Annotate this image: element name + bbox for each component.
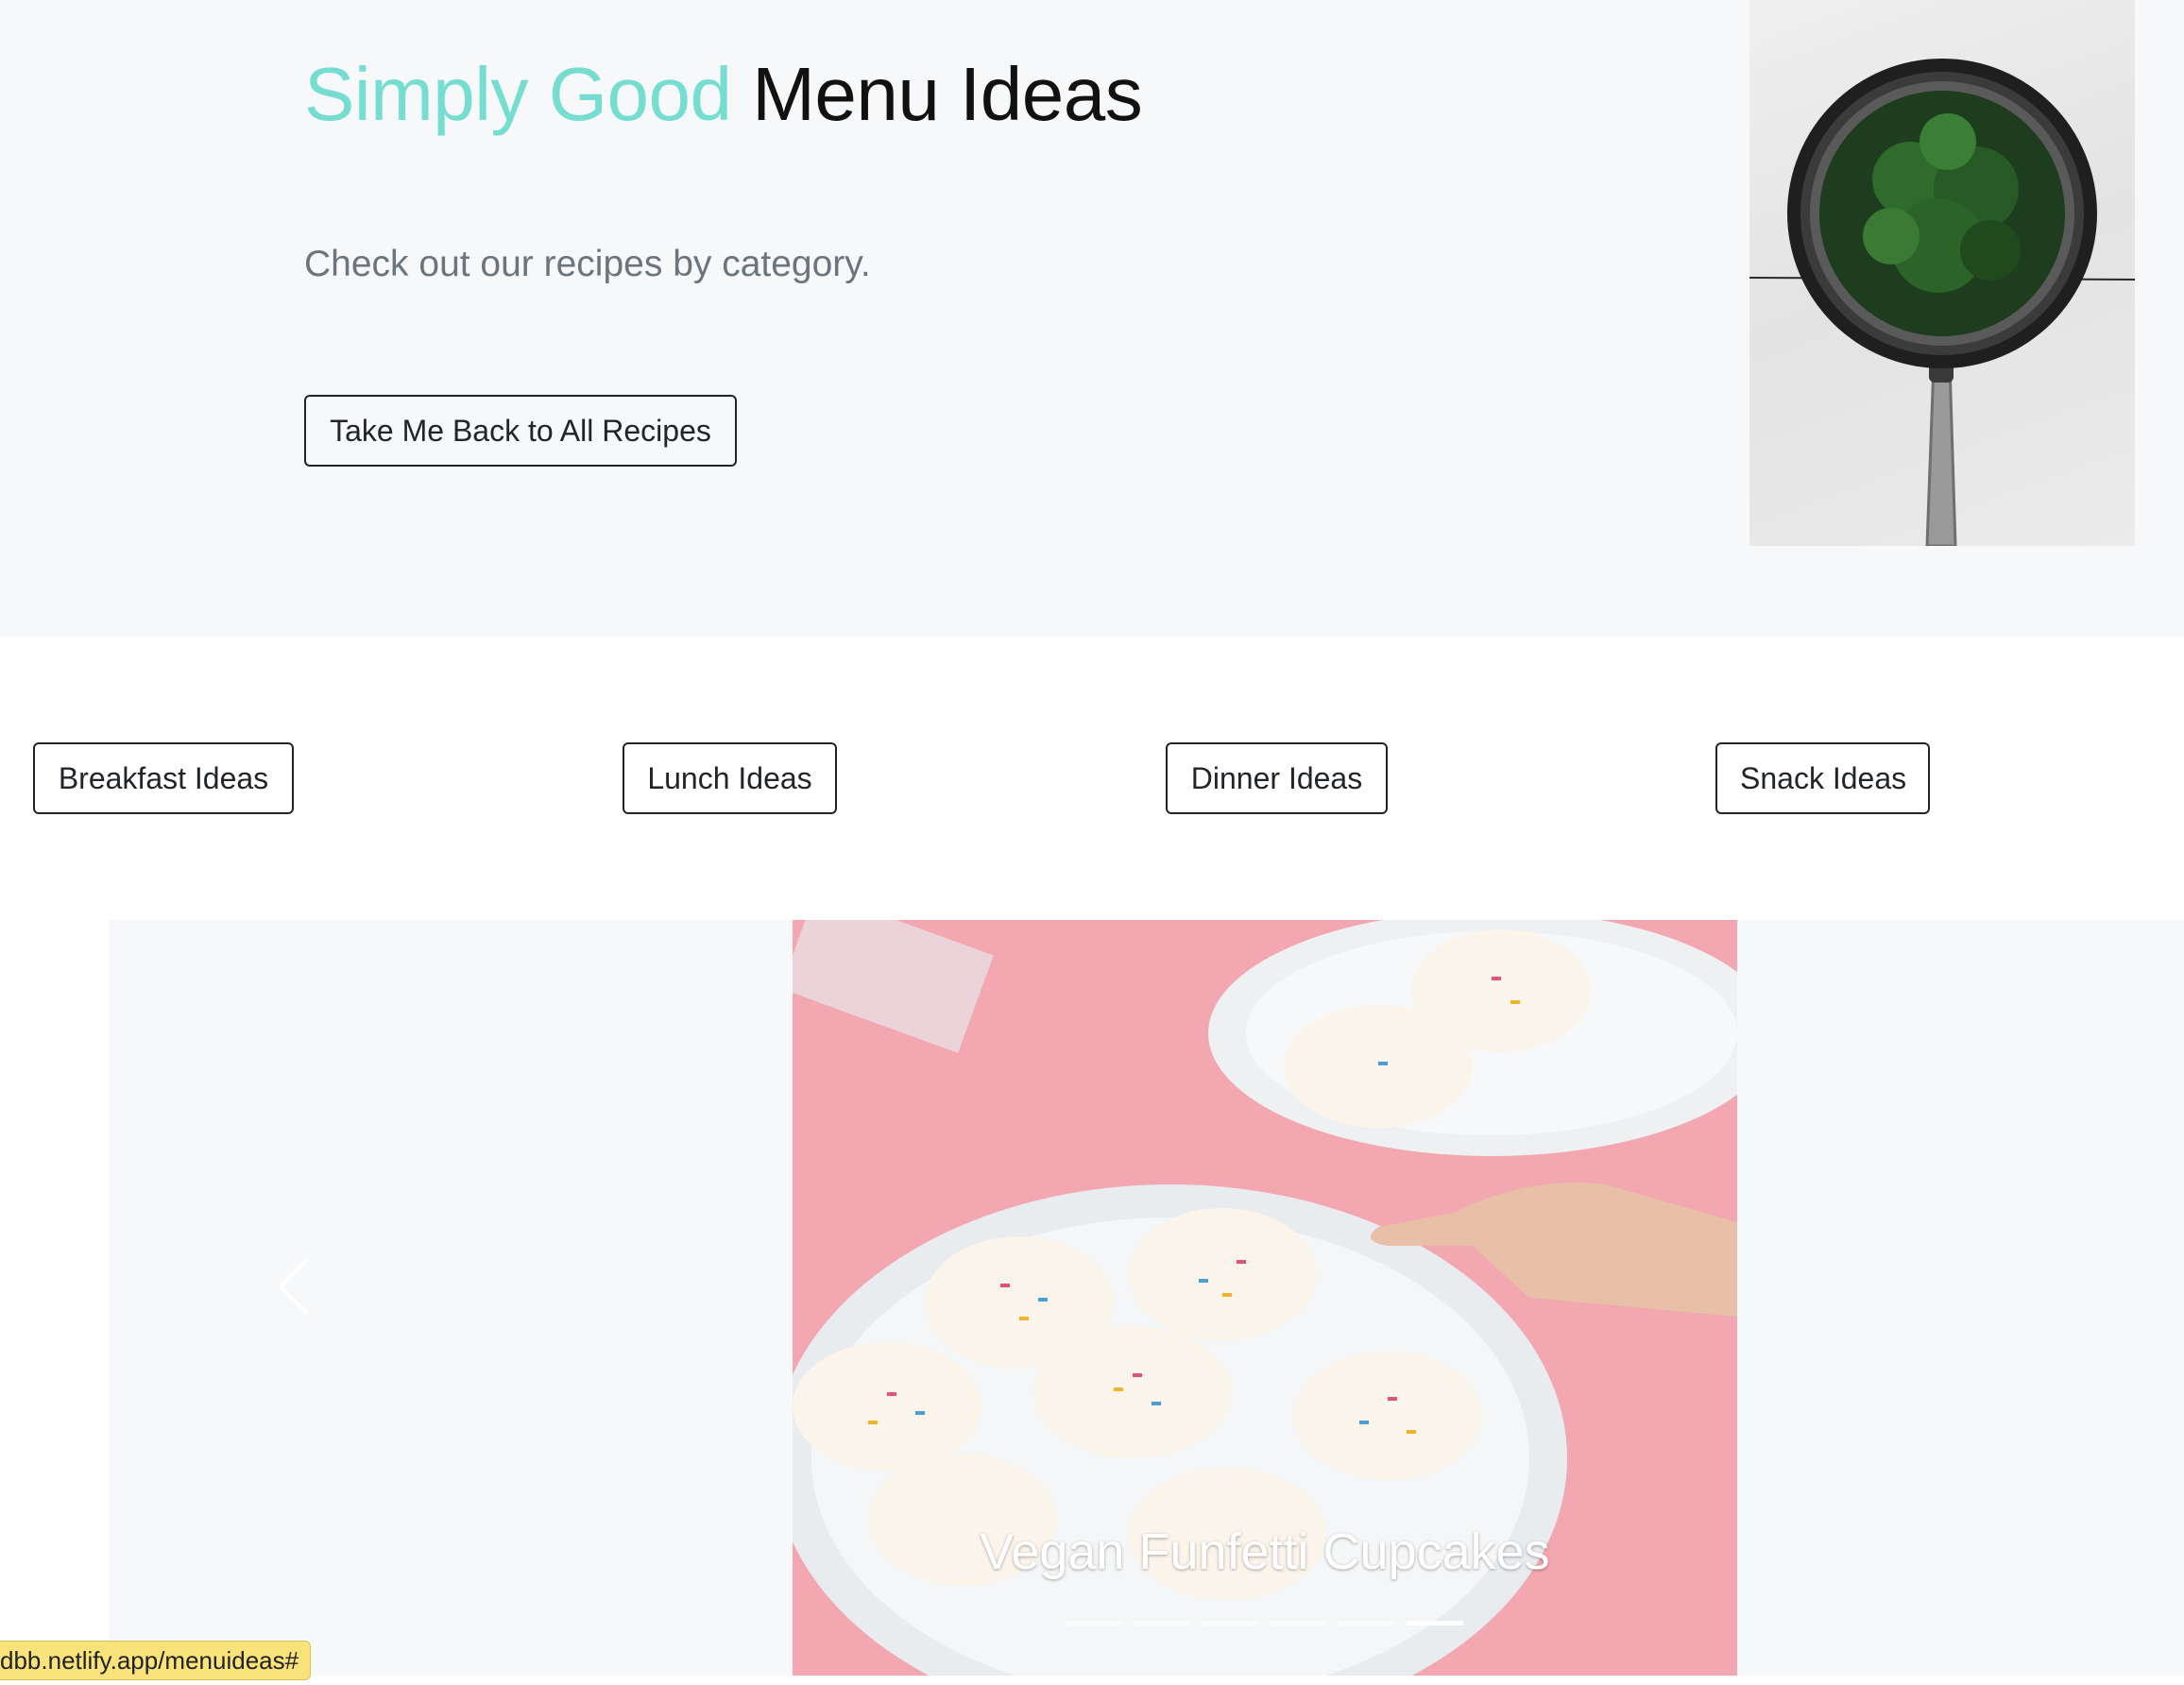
link-preview-status: dbb.netlify.app/menuideas# [0, 1641, 312, 1680]
pan-illustration [1749, 59, 2135, 546]
carousel-indicator-6-active[interactable] [1407, 1621, 1463, 1625]
slide-caption: Vegan Funfetti Cupcakes [980, 1523, 1550, 1580]
carousel-slide[interactable]: Vegan Funfetti Cupcakes [793, 920, 1737, 1676]
recipe-carousel: Vegan Funfetti Cupcakes [109, 920, 2184, 1676]
hero-image-pan-greens [1749, 0, 2135, 546]
carousel-indicator-1[interactable] [1066, 1621, 1123, 1625]
page-title-rest: Menu Ideas [752, 52, 1143, 136]
dinner-ideas-button[interactable]: Dinner Ideas [1166, 742, 1388, 814]
breakfast-ideas-button[interactable]: Breakfast Ideas [33, 742, 294, 814]
carousel-prev-button[interactable] [260, 1249, 335, 1324]
page-subtitle: Check out our recipes by category. [304, 244, 871, 284]
carousel-indicator-5[interactable] [1339, 1621, 1395, 1625]
snack-ideas-button[interactable]: Snack Ideas [1715, 742, 1930, 814]
carousel-indicator-3[interactable] [1203, 1621, 1259, 1625]
carousel-indicators [793, 1621, 1737, 1625]
back-to-all-recipes-button[interactable]: Take Me Back to All Recipes [304, 395, 737, 467]
page-title-accent: Simply Good [304, 52, 732, 136]
lunch-ideas-button[interactable]: Lunch Ideas [623, 742, 837, 814]
page-title: Simply Good Menu Ideas [304, 47, 1143, 142]
carousel-indicator-4[interactable] [1271, 1621, 1327, 1625]
carousel-indicator-2[interactable] [1135, 1621, 1191, 1625]
chevron-left-icon [278, 1258, 309, 1315]
